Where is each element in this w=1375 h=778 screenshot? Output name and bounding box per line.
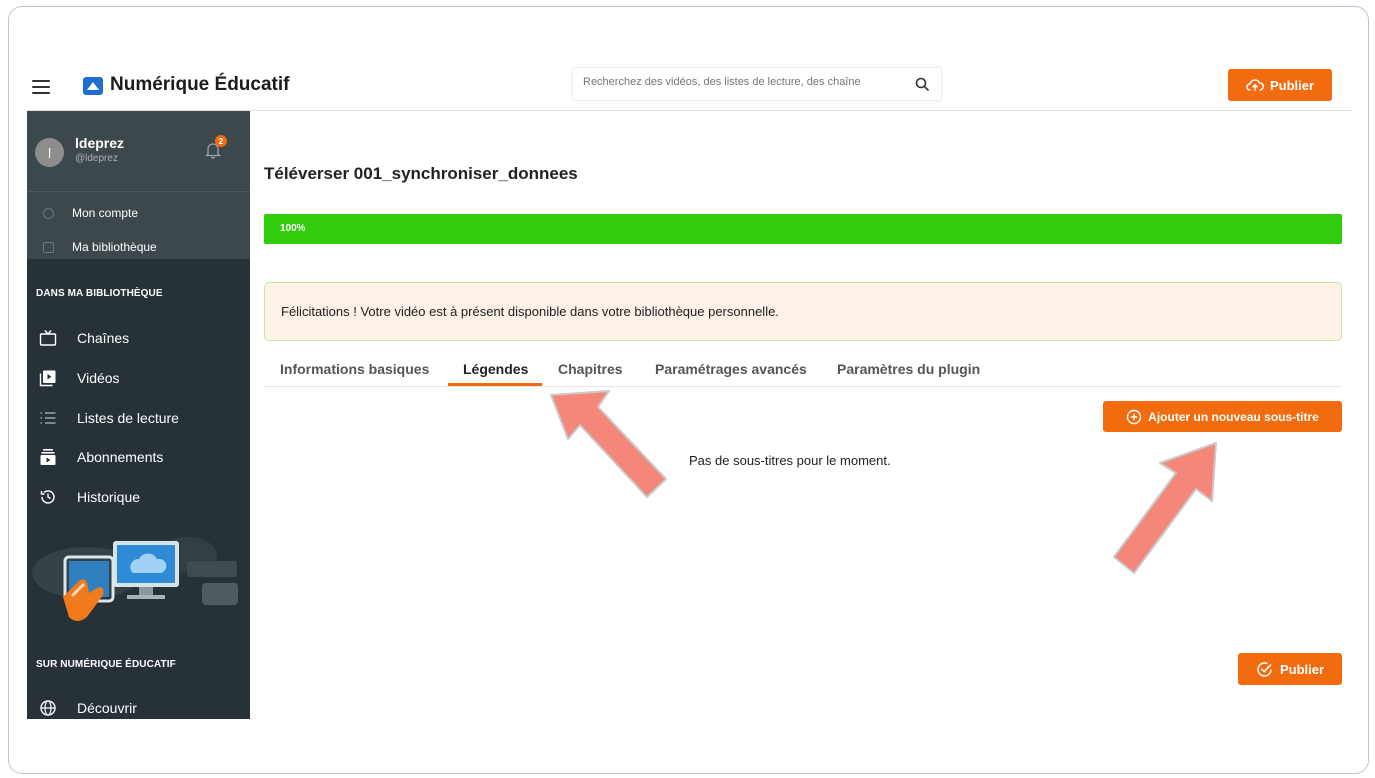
- sidebar-item-videos[interactable]: Vidéos: [27, 363, 250, 393]
- sidebar-item-channels[interactable]: Chaînes: [27, 323, 250, 353]
- notification-badge: 2: [215, 135, 227, 147]
- user-handle: @ldeprez: [75, 153, 118, 164]
- avatar[interactable]: l: [35, 138, 64, 167]
- sidebar: l ldeprez @ldeprez 2 Mon compte Ma bibli…: [27, 111, 250, 719]
- video-icon: [39, 370, 56, 387]
- sidebar-item-label: Listes de lecture: [77, 410, 179, 426]
- subscriptions-icon: [40, 449, 56, 465]
- progress-label: 100%: [280, 223, 306, 234]
- top-bar: Numérique Éducatif Publier: [9, 7, 1368, 111]
- cloud-devices-illustration: [32, 537, 238, 621]
- tab-chapters[interactable]: Chapitres: [558, 361, 623, 377]
- page-title: Téléverser 001_synchroniser_donnees: [264, 164, 578, 183]
- annotation-arrow-icon: [550, 390, 667, 498]
- username[interactable]: ldeprez: [75, 135, 124, 151]
- add-subtitle-label: Ajouter un nouveau sous-titre: [1148, 409, 1319, 424]
- tv-icon: [39, 330, 57, 346]
- sidebar-item-label: Ma bibliothèque: [72, 240, 157, 254]
- section-title-library: DANS MA BIBLIOTHÈQUE: [36, 288, 163, 299]
- search-icon[interactable]: [915, 77, 929, 91]
- alert-message: Félicitations ! Votre vidéo est à présen…: [281, 304, 779, 319]
- upload-progress-bar: 100%: [264, 214, 1342, 244]
- sidebar-item-playlists[interactable]: Listes de lecture: [27, 403, 250, 433]
- check-circle-icon: [1257, 661, 1272, 677]
- empty-subtitles-message: Pas de sous-titres pour le moment.: [689, 453, 891, 468]
- upload-cloud-icon: [1246, 79, 1264, 91]
- sidebar-item-subscriptions[interactable]: Abonnements: [27, 442, 250, 472]
- sidebar-item-label: Historique: [77, 489, 141, 505]
- publish-button-bottom[interactable]: Publier: [1238, 653, 1342, 685]
- search-input[interactable]: [583, 76, 903, 88]
- add-subtitle-button[interactable]: Ajouter un nouveau sous-titre: [1103, 401, 1342, 432]
- user-panel: l ldeprez @ldeprez 2 Mon compte Ma bibli…: [27, 111, 250, 259]
- sidebar-item-discover[interactable]: Découvrir: [27, 693, 250, 723]
- tab-advanced-settings[interactable]: Paramétrages avancés: [655, 361, 807, 377]
- library-icon: [43, 241, 54, 253]
- app-frame: Numérique Éducatif Publier l ldeprez @ld…: [8, 6, 1369, 774]
- sidebar-item-label: Mon compte: [72, 206, 139, 220]
- sidebar-item-history[interactable]: Historique: [27, 482, 250, 512]
- publish-button[interactable]: Publier: [1228, 69, 1332, 101]
- tab-captions[interactable]: Légendes: [463, 361, 528, 377]
- annotation-arrow-icon: [1113, 442, 1217, 574]
- sidebar-item-label: Chaînes: [77, 330, 130, 346]
- logo-icon: [83, 77, 103, 95]
- tab-basic-info[interactable]: Informations basiques: [280, 361, 429, 377]
- sidebar-item-library[interactable]: Ma bibliothèque: [27, 235, 250, 259]
- search-box[interactable]: [572, 67, 942, 101]
- sidebar-item-label: Découvrir: [77, 700, 137, 716]
- active-tab-indicator: [448, 383, 542, 386]
- sidebar-item-label: Vidéos: [77, 370, 120, 386]
- menu-icon[interactable]: [32, 80, 50, 94]
- user-divider: [27, 191, 250, 192]
- app-name[interactable]: Numérique Éducatif: [110, 74, 289, 96]
- publish-bottom-label: Publier: [1279, 661, 1325, 677]
- history-icon: [40, 490, 55, 504]
- sidebar-item-label: Abonnements: [77, 449, 164, 465]
- list-icon: [40, 412, 56, 424]
- success-alert: Félicitations ! Votre vidéo est à présen…: [264, 282, 1342, 341]
- sidebar-item-account[interactable]: Mon compte: [27, 201, 250, 225]
- globe-icon: [40, 700, 56, 716]
- user-icon: [43, 207, 54, 219]
- plus-circle-icon: [1126, 409, 1142, 424]
- section-title-site: SUR NUMÉRIQUE ÉDUCATIF: [36, 659, 176, 670]
- tab-plugin-settings[interactable]: Paramètres du plugin: [837, 361, 980, 377]
- progress-fill: [264, 214, 1342, 244]
- publish-button-label: Publier: [1269, 77, 1315, 93]
- tab-bar: Informations basiques Légendes Chapitres…: [264, 353, 1342, 387]
